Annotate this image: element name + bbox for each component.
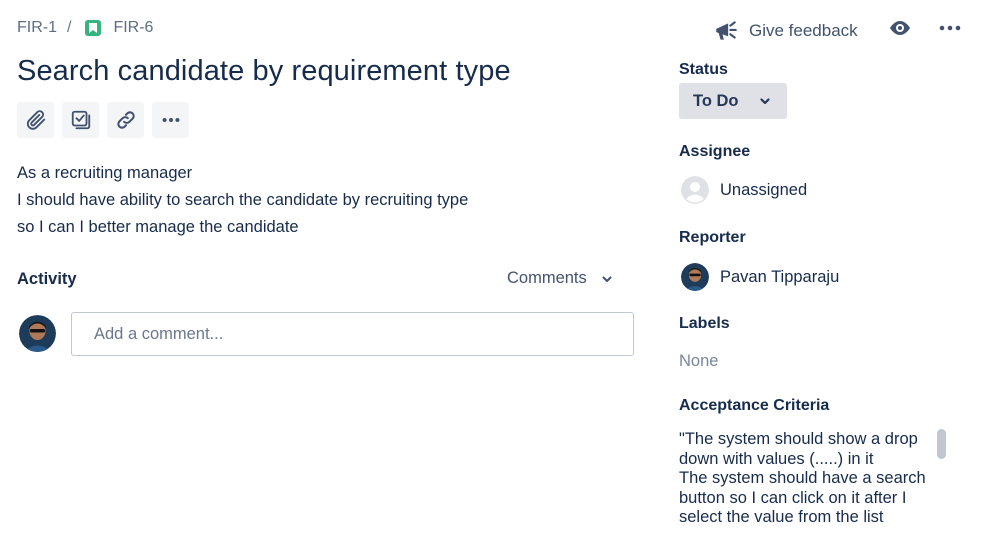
description-line: I should have ability to search the cand… <box>17 191 469 209</box>
assignee-field[interactable]: Unassigned <box>681 176 807 204</box>
activity-filter-select[interactable]: Comments <box>507 269 613 288</box>
scrollbar-thumb[interactable] <box>937 429 946 459</box>
checklist-icon <box>71 110 90 130</box>
status-label: Status <box>679 61 728 78</box>
reporter-field[interactable]: Pavan Tipparaju <box>681 263 839 291</box>
reporter-value: Pavan Tipparaju <box>720 267 840 286</box>
give-feedback-button[interactable]: Give feedback <box>713 18 858 44</box>
breadcrumb-separator: / <box>67 19 72 36</box>
status-dropdown[interactable]: To Do <box>679 83 787 119</box>
more-icon <box>162 117 179 123</box>
reporter-label: Reporter <box>679 229 746 246</box>
assignee-value: Unassigned <box>720 180 808 199</box>
chevron-down-icon <box>602 276 612 282</box>
labels-label: Labels <box>679 315 730 332</box>
attach-button[interactable] <box>17 102 54 138</box>
story-icon[interactable] <box>85 20 102 36</box>
reporter-avatar <box>681 263 709 291</box>
header-actions: Give feedback <box>713 16 962 45</box>
activity-heading: Activity <box>17 270 77 288</box>
more-actions-button[interactable] <box>152 102 189 138</box>
acceptance-criteria-value[interactable]: "The system should show a drop down with… <box>679 430 929 528</box>
labels-value[interactable]: None <box>679 352 718 371</box>
current-user-avatar <box>19 315 56 352</box>
assignee-label: Assignee <box>679 143 751 160</box>
eye-icon <box>889 21 910 35</box>
status-value: To Do <box>693 91 739 110</box>
issue-description[interactable]: As a recruiting manager I should have ab… <box>17 160 468 241</box>
description-line: As a recruiting manager <box>17 164 193 182</box>
breadcrumb: FIR-1 / FIR-6 <box>17 19 153 37</box>
activity-filter-label: Comments <box>507 269 587 287</box>
breadcrumb-current-link[interactable]: FIR-6 <box>113 19 153 37</box>
link-icon <box>116 111 135 129</box>
unassigned-avatar-icon <box>681 176 709 204</box>
link-issue-button[interactable] <box>107 102 144 138</box>
give-feedback-label: Give feedback <box>749 20 858 40</box>
issue-more-button[interactable] <box>938 16 962 45</box>
description-line: so I can I better manage the candidate <box>17 218 299 236</box>
issue-title[interactable]: Search candidate by requirement type <box>17 55 511 88</box>
chevron-down-icon <box>759 98 770 105</box>
watch-button[interactable] <box>888 16 912 45</box>
megaphone-icon <box>716 20 737 40</box>
more-icon <box>939 25 960 31</box>
acceptance-criteria-label: Acceptance Criteria <box>679 397 830 414</box>
issue-toolbar <box>17 102 189 138</box>
comment-input[interactable] <box>71 312 634 356</box>
attachment-icon <box>26 110 45 130</box>
add-child-issue-button[interactable] <box>62 102 99 138</box>
breadcrumb-parent-link[interactable]: FIR-1 <box>17 19 57 37</box>
